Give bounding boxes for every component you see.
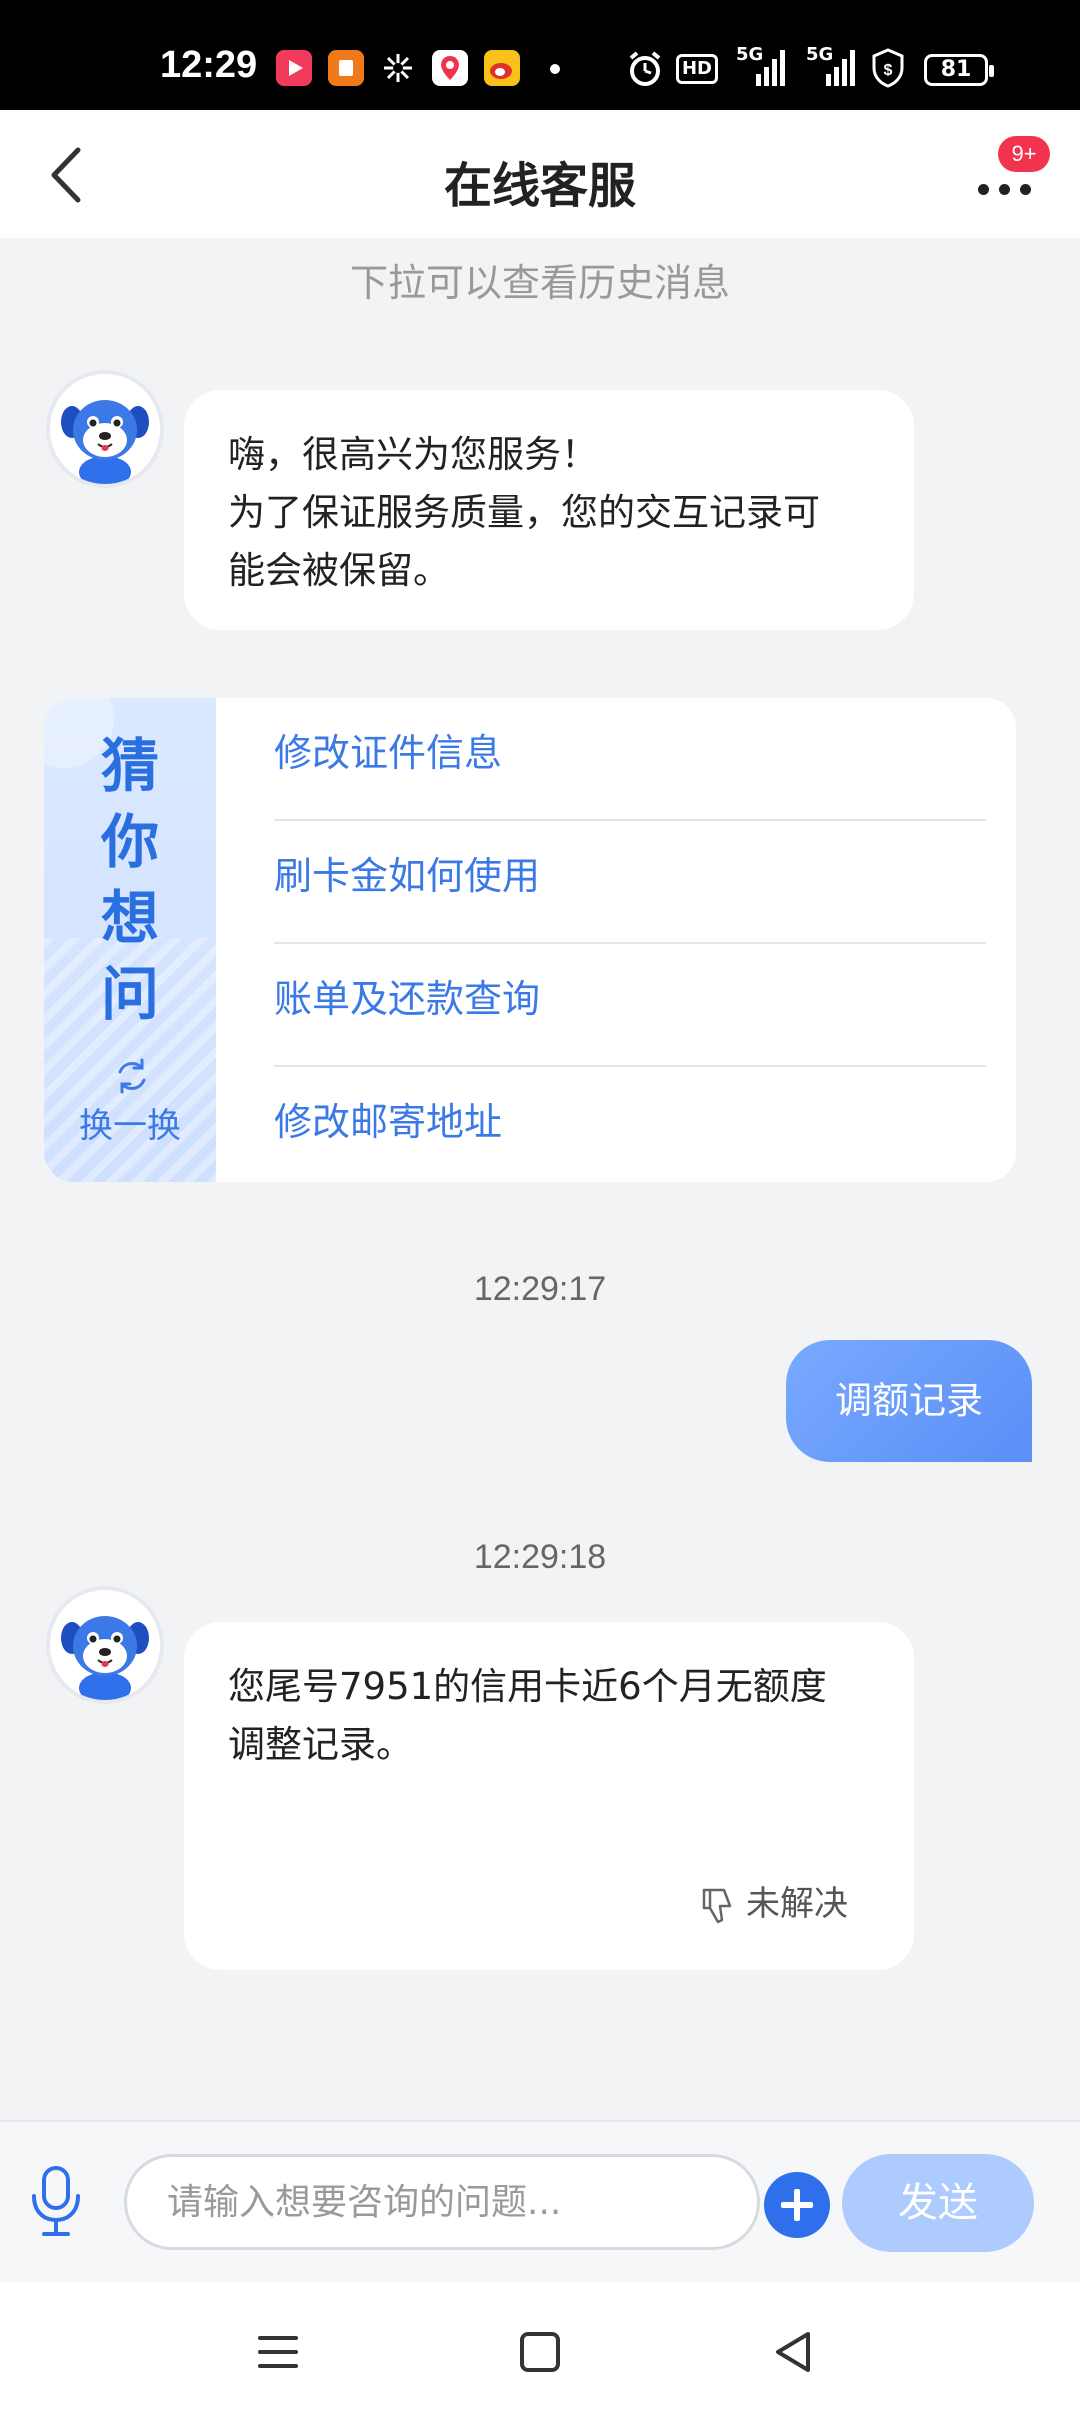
signal-icon-1: [756, 50, 786, 86]
shield-icon: $: [870, 48, 906, 88]
welcome-message-bubble: 嗨，很高兴为您服务！ 为了保证服务质量，您的交互记录可 能会被保留。: [184, 390, 914, 630]
status-bar: 12:29 HD 5G 5G $ 81: [0, 0, 1080, 110]
title-char: 想: [100, 884, 159, 952]
message-timestamp: 12:29:17: [473, 1270, 607, 1308]
suggested-question-item[interactable]: 账单及还款查询: [274, 944, 986, 1067]
dog-mascot-icon: [50, 374, 160, 484]
alarm-icon: [626, 50, 664, 88]
signal-icon-2: [826, 50, 856, 86]
feedback-label: 未解决: [746, 1884, 848, 1924]
suggested-question-item[interactable]: 刷卡金如何使用: [274, 821, 986, 944]
map-app-icon: [432, 50, 468, 86]
more-options-button[interactable]: 9+: [970, 136, 1050, 210]
input-bar: 发送: [0, 2120, 1080, 2282]
send-button[interactable]: 发送: [842, 2154, 1034, 2252]
svg-text:$: $: [884, 62, 893, 79]
user-message-bubble: 调额记录: [786, 1340, 1032, 1462]
weibo-app-icon: [484, 50, 520, 86]
title-char: 问: [100, 960, 159, 1028]
battery-indicator: 81: [924, 54, 994, 86]
more-dots-icon: [978, 184, 1041, 195]
thumbs-down-icon: [702, 1888, 732, 1923]
question-input[interactable]: [124, 2154, 760, 2250]
agent-avatar: [46, 1586, 164, 1704]
suggested-questions-title: 猜 你 想 问: [44, 728, 216, 1032]
microphone-icon: [32, 2166, 80, 2236]
dog-mascot-icon: [50, 1590, 160, 1700]
refresh-button[interactable]: 换一换: [44, 1098, 216, 1147]
unresolved-feedback-button[interactable]: 未解决: [700, 1876, 848, 1924]
page-title: 在线客服: [443, 158, 636, 214]
status-time: 12:29: [160, 44, 258, 86]
menu-icon: [258, 2336, 298, 2368]
add-attachment-button[interactable]: [764, 2172, 830, 2238]
title-char: 你: [100, 808, 159, 876]
system-nav-bar: [0, 2282, 1080, 2412]
header: 在线客服 9+: [0, 110, 1080, 238]
refresh-icon[interactable]: [112, 1056, 152, 1096]
shopping-app-icon: [328, 50, 364, 86]
agent-avatar: [46, 370, 164, 488]
menu-nav-button[interactable]: [248, 2322, 308, 2382]
reply-message-text: 您尾号7951的信用卡近6个月无额度 调整记录。: [228, 1665, 827, 1766]
back-nav-button[interactable]: [764, 2322, 824, 2382]
video-app-icon: [276, 50, 312, 86]
suggested-question-item[interactable]: 修改邮寄地址: [274, 1067, 986, 1182]
notification-badge: 9+: [998, 136, 1050, 172]
title-char: 猜: [100, 732, 159, 800]
suggested-questions-card: 猜 你 想 问 换一换 修改证件信息 刷卡金如何使用 账单及还款查询 修改邮寄地…: [44, 698, 1016, 1182]
notification-dot: [550, 64, 560, 74]
hd-icon: HD: [676, 54, 718, 84]
suggested-question-item[interactable]: 修改证件信息: [274, 698, 986, 821]
suggested-questions-list: 修改证件信息 刷卡金如何使用 账单及还款查询 修改邮寄地址: [274, 698, 986, 1182]
message-timestamp: 12:29:18: [473, 1538, 607, 1576]
back-triangle-icon: [776, 2332, 810, 2372]
welcome-message-text: 嗨，很高兴为您服务！ 为了保证服务质量，您的交互记录可 能会被保留。: [228, 433, 820, 592]
history-hint[interactable]: 下拉可以查看历史消息: [0, 252, 1080, 307]
home-nav-button[interactable]: [510, 2322, 570, 2382]
voice-input-button[interactable]: [26, 2162, 86, 2242]
home-square-icon: [520, 2332, 560, 2372]
flower-app-icon: [380, 50, 416, 86]
suggested-questions-sidebar: 猜 你 想 问 换一换: [44, 698, 216, 1182]
